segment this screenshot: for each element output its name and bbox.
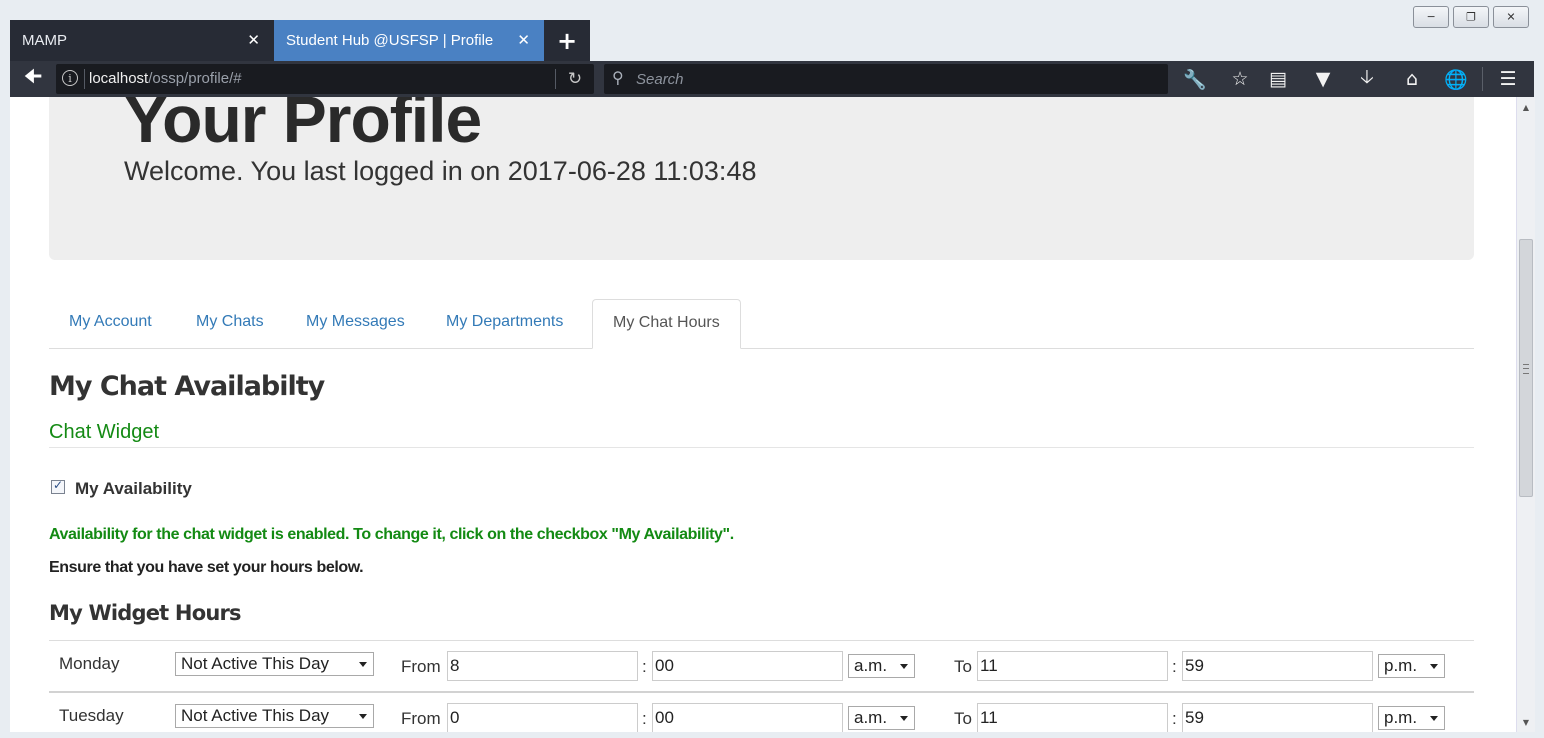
download-icon[interactable]: 🡣: [1352, 64, 1382, 94]
wrench-icon[interactable]: 🔧: [1180, 64, 1210, 94]
from-hour-input[interactable]: 8: [447, 651, 638, 681]
url-separator: [84, 69, 85, 89]
from-label: From: [401, 657, 441, 676]
to-hour-input[interactable]: 11: [977, 703, 1168, 732]
close-tab-icon[interactable]: ✕: [247, 31, 260, 49]
globe-icon[interactable]: 🌐: [1441, 64, 1471, 94]
select-value: p.m.: [1384, 708, 1418, 727]
scroll-down-arrow-icon[interactable]: ▼: [1517, 714, 1535, 730]
from-label: From: [401, 709, 441, 728]
to-minute-input[interactable]: 59: [1182, 651, 1373, 681]
url-host: localhost: [89, 70, 149, 87]
grip-icon: [1523, 364, 1529, 374]
availability-status-message: Availability for the chat widget is enab…: [49, 526, 734, 543]
chevron-down-icon: [900, 664, 908, 669]
widget-hours-heading: My Widget Hours: [49, 601, 242, 625]
browser-tab-mamp[interactable]: MAMP ✕: [10, 20, 274, 61]
search-icon: ⚲: [612, 68, 624, 87]
navigation-toolbar: 🠈 i localhost/ossp/profile/# ↻ ⚲ Search …: [10, 61, 1534, 97]
reload-icon: ↻: [567, 69, 583, 89]
toolbar-separator: [1482, 67, 1483, 91]
profile-tabs: My Account My Chats My Messages My Depar…: [49, 299, 1474, 349]
tab-my-account[interactable]: My Account: [49, 299, 172, 348]
arrow-left-icon: 🠈: [23, 64, 43, 88]
page-viewport: Your Profile Welcome. You last logged in…: [10, 97, 1534, 732]
chevron-down-icon: [359, 662, 367, 667]
select-value: p.m.: [1384, 656, 1418, 675]
welcome-message: Welcome. You last logged in on 2017-06-2…: [124, 156, 757, 186]
divider: [49, 447, 1474, 448]
url-text[interactable]: localhost/ossp/profile/#: [89, 70, 242, 87]
day-label: Tuesday: [59, 706, 124, 725]
chevron-down-icon: [1430, 664, 1438, 669]
to-label: To: [954, 709, 972, 728]
time-colon: :: [1172, 657, 1177, 676]
pocket-icon[interactable]: ▼: [1308, 64, 1338, 94]
scroll-up-arrow-icon[interactable]: ▲: [1517, 99, 1535, 115]
menu-icon[interactable]: ☰: [1493, 64, 1523, 94]
day-label: Monday: [59, 654, 120, 673]
url-separator: [555, 69, 556, 89]
from-minute-input[interactable]: 00: [652, 703, 843, 732]
browser-tab-profile[interactable]: Student Hub @USFSP | Profile ✕: [274, 20, 544, 61]
select-value: a.m.: [854, 656, 888, 675]
back-button[interactable]: 🠈: [18, 64, 48, 94]
tab-my-messages[interactable]: My Messages: [286, 299, 425, 348]
reload-button[interactable]: ↻: [562, 67, 588, 91]
section-heading: My Chat Availabilty: [49, 371, 325, 402]
time-colon: :: [642, 657, 647, 676]
availability-label[interactable]: My Availability: [75, 479, 192, 499]
checkmark-icon: ✓: [53, 478, 64, 492]
profile-header: Your Profile Welcome. You last logged in…: [49, 97, 1474, 260]
tab-my-chat-hours[interactable]: My Chat Hours: [592, 299, 741, 349]
page-title: Your Profile: [124, 97, 482, 156]
info-icon[interactable]: i: [62, 70, 78, 86]
chevron-down-icon: [900, 716, 908, 721]
day-status-select[interactable]: Not Active This Day: [175, 652, 374, 676]
from-ampm-select[interactable]: a.m.: [848, 706, 915, 730]
close-tab-icon[interactable]: ✕: [517, 31, 530, 49]
row-divider: [49, 640, 1474, 641]
tab-title: MAMP: [22, 32, 67, 49]
to-ampm-select[interactable]: p.m.: [1378, 706, 1445, 730]
tab-my-departments[interactable]: My Departments: [426, 299, 583, 348]
select-value: Not Active This Day: [181, 706, 330, 725]
scroll-thumb[interactable]: [1519, 239, 1533, 497]
select-value: Not Active This Day: [181, 654, 330, 673]
vertical-scrollbar[interactable]: ▲ ▼: [1516, 97, 1535, 732]
section-subheading: Chat Widget: [49, 421, 160, 443]
to-minute-input[interactable]: 59: [1182, 703, 1373, 732]
row-divider: [49, 691, 1474, 693]
from-ampm-select[interactable]: a.m.: [848, 654, 915, 678]
plus-icon: +: [556, 26, 578, 55]
select-value: a.m.: [854, 708, 888, 727]
time-colon: :: [642, 709, 647, 728]
url-bar[interactable]: i localhost/ossp/profile/# ↻: [56, 64, 594, 94]
day-status-select[interactable]: Not Active This Day: [175, 704, 374, 728]
chevron-down-icon: [1430, 716, 1438, 721]
search-bar[interactable]: ⚲ Search: [604, 64, 1168, 94]
reading-list-icon[interactable]: ▤: [1263, 64, 1293, 94]
tab-strip: MAMP ✕ Student Hub @USFSP | Profile ✕ +: [10, 20, 1534, 61]
star-icon[interactable]: ☆: [1225, 64, 1255, 94]
url-path: /ossp/profile/#: [148, 70, 242, 87]
tab-title: Student Hub @USFSP | Profile: [286, 32, 494, 49]
browser-window: ─ ❐ ✕ MAMP ✕ Student Hub @USFSP | Profil…: [0, 0, 1544, 738]
to-ampm-select[interactable]: p.m.: [1378, 654, 1445, 678]
from-hour-input[interactable]: 0: [447, 703, 638, 732]
search-placeholder: Search: [636, 71, 684, 88]
to-hour-input[interactable]: 11: [977, 651, 1168, 681]
to-label: To: [954, 657, 972, 676]
tab-my-chats[interactable]: My Chats: [176, 299, 284, 348]
from-minute-input[interactable]: 00: [652, 651, 843, 681]
hours-reminder-message: Ensure that you have set your hours belo…: [49, 559, 364, 576]
home-icon[interactable]: ⌂: [1397, 64, 1427, 94]
chevron-down-icon: [359, 714, 367, 719]
new-tab-button[interactable]: +: [544, 20, 590, 61]
availability-checkbox[interactable]: ✓: [51, 478, 65, 494]
time-colon: :: [1172, 709, 1177, 728]
